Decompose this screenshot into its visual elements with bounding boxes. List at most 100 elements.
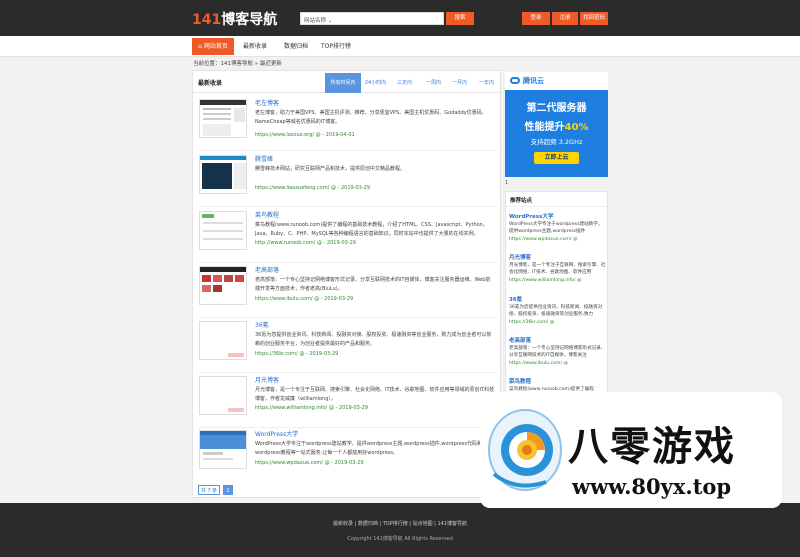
sidebar-item-name[interactable]: 月光博客 (509, 253, 606, 261)
nav-home-label: 网站首页 (203, 43, 228, 50)
site-thumbnail[interactable] (199, 211, 247, 250)
nav-latest[interactable]: 最新收录 (238, 38, 272, 55)
sidebar-item-desc: WordPress大学专注于wordpress建站教学，提供wordpress主… (509, 222, 603, 235)
site-title[interactable]: 腾雪峰 (255, 154, 273, 163)
forgot-password-button[interactable]: 找回密码 (580, 12, 608, 25)
site-thumbnail[interactable] (199, 430, 247, 469)
site-logo[interactable]: 141博客导航 (192, 9, 277, 29)
sidebar-item-url[interactable]: https://www.ibulu.com/ @ (509, 360, 606, 367)
site-title[interactable]: 36氪 (255, 320, 269, 329)
register-button[interactable]: 注册 (552, 12, 578, 25)
site-title[interactable]: 老高部落 (255, 265, 279, 274)
site-title[interactable]: 月光博客 (255, 375, 279, 384)
list-item: 老高部落 老高部落：一个专心坚持记网络博客形式记录、分享互联网技术的IT自媒体，… (198, 264, 498, 318)
top-header: 141博客导航 网站名称 ⌄ 搜索 登录 注册 找回密码 (0, 0, 800, 36)
sidebar-item-url[interactable]: https://www.wpdaxue.com/ @ (509, 236, 606, 243)
swirl-logo-icon (488, 409, 562, 491)
list-item: WordPress大学 WordPress大学专注于wordpress建站教学，… (198, 428, 498, 482)
site-description: 腾雪峰技术网站，研究互联网产品和技术，提供原创中文精品教程。 (255, 166, 406, 172)
watermark-url: www.80yx.top (572, 474, 732, 499)
list-item: 老左博客 老左博客，助力于美国VPS、美国主机评测、推荐、分享便宜VPS、美国主… (198, 97, 498, 151)
list-item: 腾雪峰 腾雪峰技术网站，研究互联网产品和技术，提供原创中文精品教程。 https… (198, 153, 498, 207)
sidebar-item-url[interactable]: https://36kr.com/ @ (509, 319, 606, 326)
nav-top[interactable]: TOP排行榜 (318, 38, 354, 55)
sidebar-item-name[interactable]: 老高部落 (509, 336, 606, 344)
recommended-sites: 推荐站点 WordPress大学 WordPress大学专注于wordpress… (505, 191, 608, 397)
site-thumbnail[interactable] (199, 376, 247, 415)
cloud-icon (510, 77, 520, 84)
sidebar-item: 老高部落 老高部落：一个专心坚持记网络博客形式记录、分享互联网技术的IT自媒体，… (509, 336, 606, 367)
site-url[interactable]: http://www.runoob.com/ @ - 2019-03-29 (255, 240, 356, 246)
ad-counter: 1 (505, 180, 509, 186)
sidebar-title: 推荐站点 (510, 198, 533, 204)
logo-text: 博客导航 (221, 12, 278, 28)
nav-home[interactable]: ⌂ 网站首页 (192, 38, 234, 55)
sidebar-item: 月光博客 月光博客，是一个专注于互联网、搜索引擎、社会化网络、IT技术、谷歌地图… (509, 253, 606, 284)
sidebar-item-desc: 月光博客，是一个专注于互联网、搜索引擎、社会化网络、IT技术、谷歌地图、软件应用 (509, 263, 606, 276)
tencent-cloud-ad[interactable]: 腾讯云 第二代服务器 性能提升40% 支持超频 3.2GHz 立即上云 (505, 72, 608, 177)
tab-year[interactable]: 一年内 (473, 73, 500, 93)
page-footer: 最新收录 | 数据归档 | TOP排行榜 | 站点地图 | 141博客导航 Co… (0, 503, 800, 557)
tab-month[interactable]: 一月内 (446, 73, 473, 93)
site-description: 老高部落：一个专心坚持记网络博客形式记录、分享互联网技术的IT自媒体，博客关注服… (255, 277, 491, 292)
watermark-title: 八零游戏 (568, 424, 736, 470)
site-url[interactable]: https://www.williamlong.info/ @ - 2019-0… (255, 405, 368, 411)
ad-line2-percent: 40% (564, 122, 589, 133)
site-url[interactable]: https://www.laozuo.org/ @ - 2019-04-01 (255, 132, 355, 138)
site-url[interactable]: https://www.ibulu.com/ @ - 2019-03-29 (255, 296, 353, 302)
site-title[interactable]: 老左博客 (255, 98, 279, 107)
sidebar-item: 36氪 36氪为您提供创业资讯、科技新闻、投融资对接、股权投资、极速融资等创业服… (509, 295, 606, 326)
watermark-overlay: 八零游戏 www.80yx.top (480, 392, 782, 508)
site-title[interactable]: 菜鸟教程 (255, 210, 279, 219)
sidebar-item-desc: 36氪为您提供创业资讯、科技新闻、投融资对接、股权投资、极速融资等创业服务,致力 (509, 305, 603, 318)
sidebar-item-url[interactable]: https://www.williamlong.info/ @ (509, 277, 606, 284)
copyright: Copyright 141博客导航 All Rights Reserved (347, 536, 453, 542)
logo-number: 141 (192, 12, 222, 28)
ad-cta-button[interactable]: 立即上云 (534, 152, 579, 164)
ad-line2-text: 性能提升 (524, 122, 565, 133)
site-description: 菜鸟教程(www.runoob.com)提供了编程的基础技术教程，介绍了HTML… (255, 222, 488, 237)
tab-3days[interactable]: 三天内 (391, 73, 418, 93)
sidebar-item-desc: 老高部落：一个专心坚持记网络博客形式记录、分享互联网技术的IT自媒体，博客关注 (509, 346, 606, 359)
sidebar-item: 菜鸟教程 菜鸟教程(www.runoob.com)提供了编程 (509, 377, 606, 393)
search-button[interactable]: 搜索 (446, 12, 474, 25)
login-button[interactable]: 登录 (522, 12, 550, 25)
list-item: 月光博客 月光博客，是一个专注于互联网、搜索引擎、社会化网络、IT技术、谷歌地图… (198, 374, 498, 428)
site-thumbnail[interactable] (199, 321, 247, 360)
site-url[interactable]: https://www.liaoxuefeng.com/ @ - 2019-03… (255, 185, 370, 191)
site-description: WordPress大学专注于wordpress建站教学，提供wordpress主… (255, 441, 482, 456)
tab-all-time[interactable]: 所有时间内 (325, 73, 361, 93)
ad-line3: 支持超频 3.2GHz (530, 138, 583, 146)
list-item: 菜鸟教程 菜鸟教程(www.runoob.com)提供了编程的基础技术教程，介绍… (198, 209, 498, 263)
panel-header: 最新收录 所有时间内 24小时内 三天内 一周内 一月内 一年内 (193, 71, 500, 93)
site-description: 老左博客，助力于美国VPS、美国主机评测、推荐、分享便宜VPS、美国主机优惠码、… (255, 110, 487, 125)
ad-brand: 腾讯云 (523, 77, 544, 85)
sidebar-item: WordPress大学 WordPress大学专注于wordpress建站教学，… (509, 212, 606, 243)
pager-page-1[interactable]: 1 (223, 485, 233, 495)
sidebar-item-name[interactable]: WordPress大学 (509, 212, 606, 220)
ad-line2: 性能提升40% (505, 118, 608, 133)
sidebar-item-name[interactable]: 36氪 (509, 295, 606, 303)
site-thumbnail[interactable] (199, 99, 247, 138)
footer-links[interactable]: 最新收录 | 数据归档 | TOP排行榜 | 站点地图 | 141博客导航 (0, 520, 800, 527)
site-title[interactable]: WordPress大学 (255, 429, 298, 438)
sidebar-item-name[interactable]: 菜鸟教程 (509, 377, 606, 385)
site-thumbnail[interactable] (199, 266, 247, 305)
search-input[interactable]: 网站名称 ⌄ (300, 12, 444, 25)
search-type-dropdown[interactable]: 网站名称 ⌄ (304, 16, 332, 24)
list-item: 36氪 36氪为您提供创业资讯、科技新闻、投融资对接、股权投资、极速融资等创业服… (198, 319, 498, 373)
site-thumbnail[interactable] (199, 155, 247, 194)
site-description: 月光博客，是一个专注于互联网、搜索引擎、社会化网络、IT技术、谷歌地图、软件应用… (255, 387, 495, 402)
tab-week[interactable]: 一周内 (420, 73, 447, 93)
site-description: 36氪为您提供创业资讯、科技新闻、投融资对接、股权投资、极速融资等创业服务，致力… (255, 332, 492, 347)
latest-panel: 最新收录 所有时间内 24小时内 三天内 一周内 一月内 一年内 老左博客 老左… (192, 70, 501, 498)
panel-title: 最新收录 (198, 80, 223, 87)
site-url[interactable]: https://www.wpdaxue.com/ @ - 2019-03-29 (255, 460, 364, 466)
breadcrumb: 当前位置：141博客导航 » 最近更新 (193, 61, 282, 67)
nav-archive[interactable]: 数据归档 (281, 38, 311, 55)
ad-line1: 第二代服务器 (526, 103, 587, 114)
tab-24h[interactable]: 24小时内 (362, 73, 389, 93)
pager-count: 共 7 条 (198, 485, 220, 495)
site-url[interactable]: https://36kr.com/ @ - 2019-03-29 (255, 351, 338, 357)
main-nav (0, 36, 800, 57)
